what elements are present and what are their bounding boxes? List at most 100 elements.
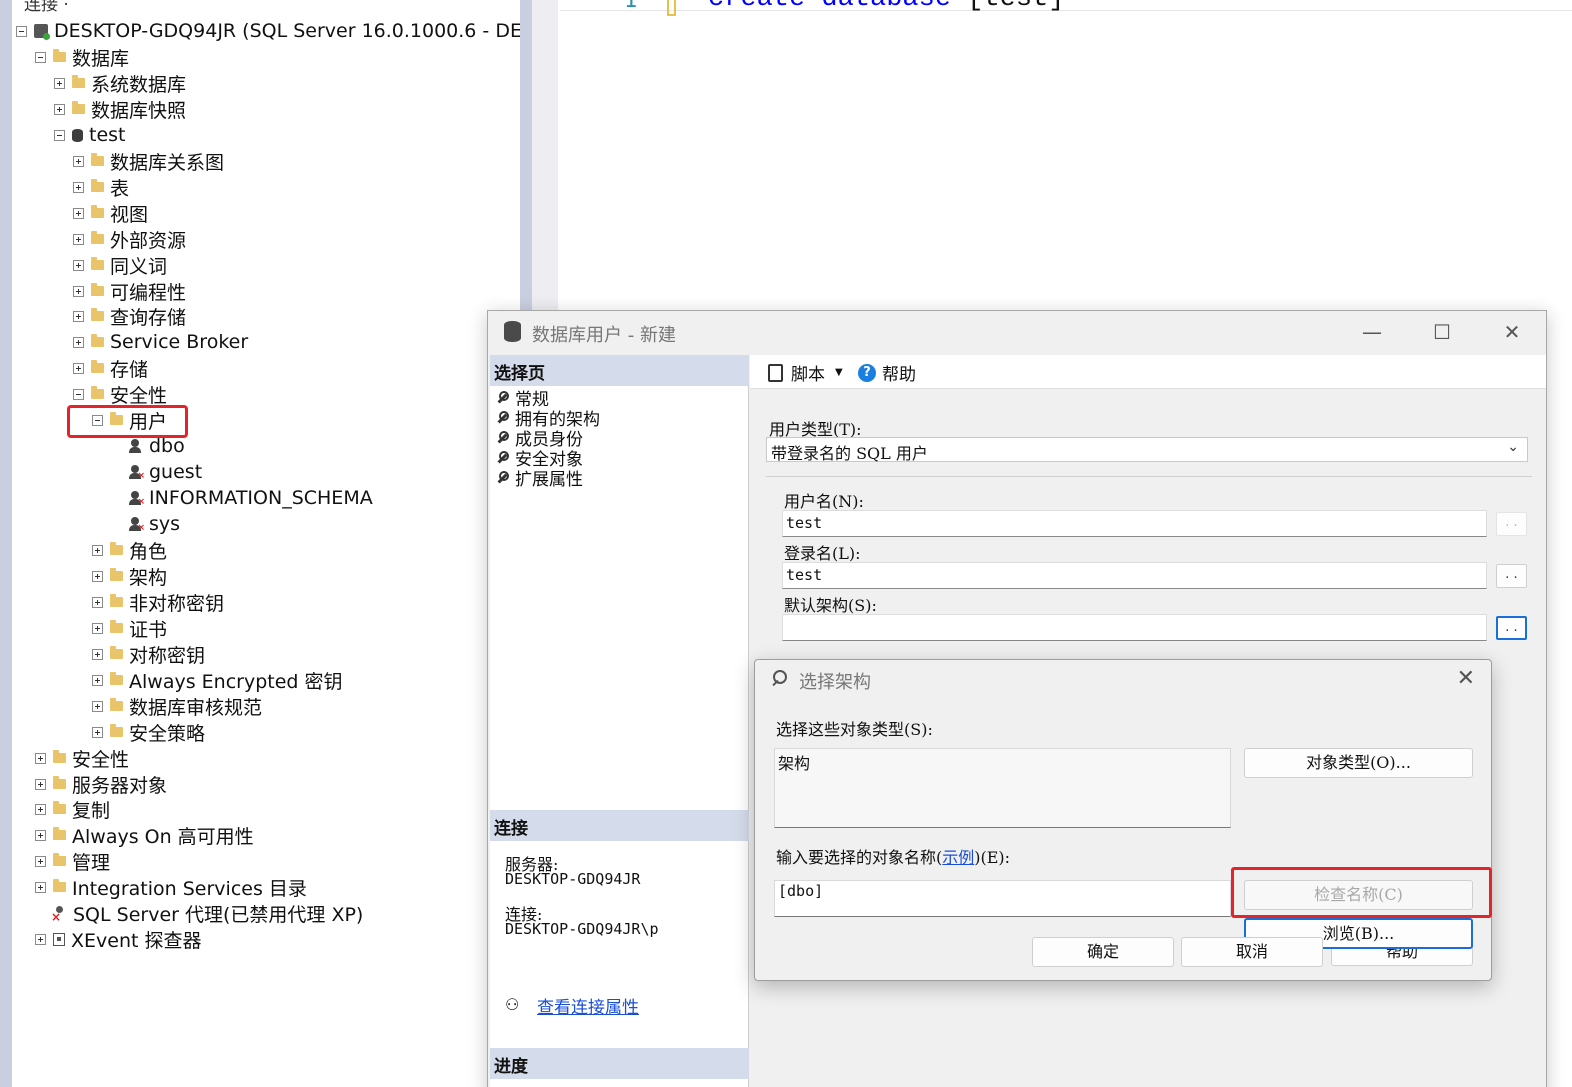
tree-security-child[interactable]: 证书 — [92, 615, 167, 641]
object-names-input[interactable]: [dbo] — [774, 880, 1231, 917]
login-name-field[interactable]: test — [782, 562, 1487, 589]
expand-icon[interactable] — [54, 103, 65, 115]
tree-label: 视图 — [110, 203, 149, 226]
default-schema-field[interactable] — [782, 614, 1487, 641]
close-button[interactable]: ✕ — [1498, 319, 1526, 347]
tree-test-child[interactable]: 可编程性 — [73, 278, 186, 304]
tree-test-child[interactable]: 数据库关系图 — [73, 148, 224, 174]
folder-icon — [53, 776, 66, 789]
collapse-icon[interactable] — [16, 25, 27, 37]
expand-icon[interactable] — [73, 259, 84, 271]
tree-test-child[interactable]: 同义词 — [73, 252, 167, 278]
tree-test-child[interactable]: Service Broker — [73, 329, 248, 355]
tree-db-test[interactable]: test — [54, 122, 126, 148]
tree-label: Service Broker — [110, 331, 249, 353]
tree-test-child[interactable]: 存储 — [73, 355, 148, 381]
expand-icon[interactable] — [35, 855, 46, 867]
tree-test-child[interactable]: 视图 — [73, 200, 148, 226]
page-extended-properties[interactable]: 扩展属性 — [496, 467, 583, 490]
expand-icon[interactable] — [92, 622, 103, 634]
tree-test-security[interactable]: 安全性 — [73, 381, 167, 407]
dropdown-arrow-icon[interactable]: ▼ — [835, 367, 843, 378]
tree-database-snapshots[interactable]: 数据库快照 — [54, 96, 186, 122]
tree-server-child[interactable]: 复制 — [35, 796, 110, 822]
tree-security-child[interactable]: 非对称密钥 — [92, 589, 224, 615]
tree-server-child[interactable]: 服务器对象 — [35, 771, 167, 797]
tree-security-child[interactable]: 架构 — [92, 563, 167, 589]
tree-user[interactable]: × INFORMATION_SCHEMA — [129, 485, 373, 511]
expand-icon[interactable] — [92, 648, 103, 660]
tree-user[interactable]: × guest — [129, 459, 202, 485]
tree-user[interactable]: × sys — [129, 511, 180, 537]
tree-server-child[interactable]: Integration Services 目录 — [35, 874, 307, 900]
tree-databases[interactable]: 数据库 — [35, 44, 129, 70]
expand-icon[interactable] — [35, 881, 46, 893]
tree-security-child[interactable]: 安全策略 — [92, 719, 205, 745]
oe-toolbar-connect[interactable]: 连接 · — [24, 0, 69, 15]
expand-icon[interactable] — [73, 285, 84, 297]
expand-icon[interactable] — [92, 596, 103, 608]
object-types-label: 选择这些对象类型(S): — [776, 720, 933, 739]
maximize-button[interactable]: ☐ — [1428, 319, 1456, 347]
expand-icon[interactable] — [73, 181, 84, 193]
progress-header: 进度 — [490, 1048, 749, 1079]
object-types-button[interactable]: 对象类型(O)... — [1244, 748, 1473, 778]
expand-icon[interactable] — [73, 362, 84, 374]
expand-icon[interactable] — [35, 752, 46, 764]
object-explorer[interactable]: 连接 · DESKTOP-GDQ94JR (SQL Server 16.0.10… — [12, 0, 520, 1087]
expand-icon[interactable] — [35, 803, 46, 815]
tree-security-child[interactable]: 对称密钥 — [92, 641, 205, 667]
tree-security-child[interactable]: 数据库审核规范 — [92, 693, 262, 719]
expand-icon[interactable] — [54, 77, 65, 89]
user-type-select[interactable]: 带登录名的 SQL 用户 ⌄ — [766, 437, 1528, 463]
tree-test-child[interactable]: 查询存储 — [73, 303, 186, 329]
expand-icon[interactable] — [73, 233, 84, 245]
expand-icon[interactable] — [92, 726, 103, 738]
cancel-button[interactable]: 取消 — [1181, 937, 1323, 967]
code-line[interactable]: create database [test] — [708, 0, 1064, 14]
expand-icon[interactable] — [35, 829, 46, 841]
login-name-label: 登录名(L): — [784, 544, 861, 563]
tree-server-node[interactable]: DESKTOP-GDQ94JR (SQL Server 16.0.1000.6 … — [16, 18, 520, 44]
collapse-icon[interactable] — [73, 388, 84, 400]
expand-icon[interactable] — [35, 778, 46, 790]
expand-icon[interactable] — [73, 336, 84, 348]
expand-icon[interactable] — [35, 933, 46, 945]
tree-server-child[interactable]: 管理 — [35, 848, 110, 874]
tree-label: 数据库快照 — [91, 99, 187, 122]
expand-icon[interactable] — [92, 570, 103, 582]
expand-icon[interactable] — [92, 544, 103, 556]
user-name-field[interactable]: test — [782, 510, 1487, 537]
examples-link[interactable]: 示例 — [942, 848, 974, 867]
minimize-button[interactable]: — — [1358, 319, 1386, 347]
default-schema-browse-button[interactable]: . . — [1496, 616, 1527, 640]
collapse-icon[interactable] — [54, 129, 65, 141]
view-connection-properties-link[interactable]: 查看连接属性 — [537, 993, 639, 1018]
tree-system-databases[interactable]: 系统数据库 — [54, 70, 186, 96]
collapse-icon[interactable] — [35, 51, 46, 63]
help-button[interactable]: ? 帮助 — [858, 360, 916, 385]
expand-icon[interactable] — [73, 207, 84, 219]
folder-icon — [110, 724, 123, 737]
expand-icon[interactable] — [92, 674, 103, 686]
help-label: 帮助 — [882, 365, 916, 385]
tree-test-child[interactable]: 外部资源 — [73, 226, 186, 252]
close-icon[interactable]: ✕ — [1457, 666, 1475, 691]
tree-server-child[interactable]: 安全性 — [35, 745, 129, 771]
tree-server-child[interactable]: Always On 高可用性 — [35, 822, 254, 848]
expand-icon[interactable] — [92, 700, 103, 712]
tree-security-child[interactable]: 角色 — [92, 537, 167, 563]
expand-icon[interactable] — [73, 155, 84, 167]
ok-button[interactable]: 确定 — [1032, 937, 1174, 967]
tree-label: guest — [149, 461, 203, 483]
tree-test-child[interactable]: 表 — [73, 174, 129, 200]
select-schema-dialog[interactable]: 选择架构 ✕ 选择这些对象类型(S): 架构 对象类型(O)... 输入要选择的… — [754, 659, 1492, 981]
server-icon — [34, 24, 50, 40]
dialog-titlebar[interactable]: 数据库用户 - 新建 — ☐ ✕ — [488, 311, 1546, 355]
tree-security-child[interactable]: Always Encrypted 密钥 — [92, 667, 343, 693]
login-name-browse-button[interactable]: . . — [1496, 564, 1527, 588]
script-button[interactable]: 脚本 ▼ — [768, 360, 847, 385]
tree-xevent[interactable]: XEvent 探查器 — [35, 926, 202, 952]
tree-sql-agent[interactable]: SQL Server 代理(已禁用代理 XP) — [35, 900, 363, 926]
expand-icon[interactable] — [73, 310, 84, 322]
